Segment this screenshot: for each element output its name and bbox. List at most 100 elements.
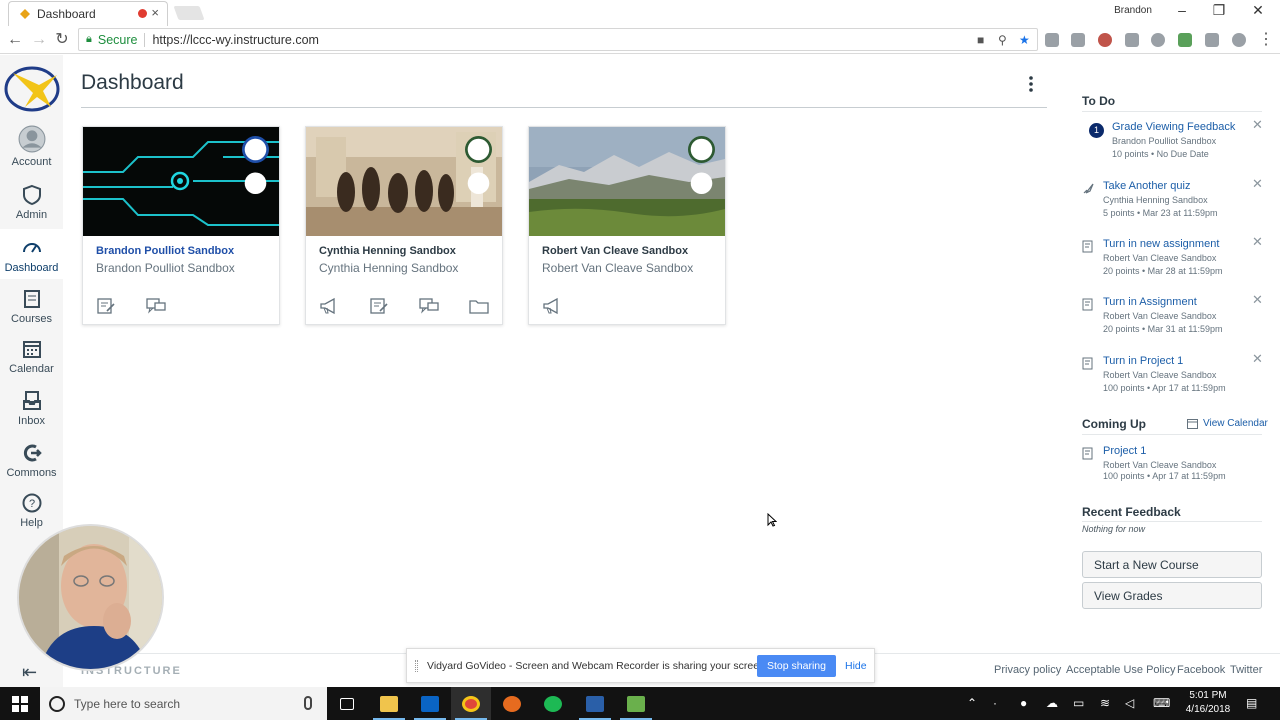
course-card-title[interactable]: Brandon Poulliot Sandbox (96, 245, 234, 257)
dismiss-icon[interactable]: ✕ (1252, 117, 1263, 133)
minimize-icon[interactable]: – (1172, 2, 1192, 18)
stop-sharing-button[interactable]: Stop sharing (757, 655, 836, 677)
nav-inbox[interactable]: Inbox (0, 390, 63, 427)
forward-icon[interactable]: → (29, 30, 49, 50)
chrome-menu-icon[interactable]: ⋮ (1256, 30, 1276, 50)
todo-title[interactable]: Turn in new assignment (1103, 238, 1219, 250)
nav-commons[interactable]: Commons (0, 442, 63, 479)
todo-item[interactable]: Turn in Assignment Robert Van Cleave San… (1082, 292, 1263, 340)
start-new-course-button[interactable]: Start a New Course (1082, 551, 1262, 578)
privacy-policy-link[interactable]: Privacy policy (994, 664, 1061, 676)
card-options-icon[interactable] (688, 136, 715, 195)
card-options-icon[interactable] (242, 136, 269, 195)
bookmark-star-icon[interactable]: ★ (1019, 33, 1030, 47)
profile-name[interactable]: Brandon (1110, 5, 1156, 16)
todo-item[interactable]: Take Another quiz Cynthia Henning Sandbo… (1082, 176, 1263, 224)
taskbar-search-box[interactable]: Type here to search (40, 687, 327, 720)
onedrive-icon[interactable]: ☁ (1046, 696, 1058, 710)
firefox-icon[interactable] (492, 687, 532, 720)
discussions-icon[interactable] (419, 297, 439, 315)
new-tab-button[interactable] (173, 6, 205, 20)
back-icon[interactable]: ← (5, 30, 25, 50)
extension-shield-icon[interactable] (1071, 33, 1085, 47)
todo-title[interactable]: Take Another quiz (1103, 180, 1190, 192)
todo-item[interactable]: Turn in Project 1 Robert Van Cleave Sand… (1082, 351, 1263, 399)
extension-sync-icon[interactable] (1151, 33, 1165, 47)
dismiss-icon[interactable]: ✕ (1252, 234, 1263, 250)
nav-courses[interactable]: Courses (0, 288, 63, 325)
card-options-icon[interactable] (465, 136, 492, 195)
file-explorer-icon[interactable] (369, 687, 409, 720)
nav-help[interactable]: ? Help (0, 492, 63, 529)
course-card-hero-image[interactable] (306, 127, 502, 236)
twitter-link[interactable]: Twitter (1230, 664, 1262, 676)
browser-tab[interactable]: Dashboard × (8, 1, 168, 26)
microphone-icon[interactable] (304, 696, 312, 710)
outlook-icon[interactable] (410, 687, 450, 720)
task-view-icon[interactable] (327, 687, 367, 720)
powershell-icon[interactable] (575, 687, 615, 720)
todo-title[interactable]: Turn in Project 1 (1103, 355, 1183, 367)
acceptable-use-link[interactable]: Acceptable Use Policy (1066, 664, 1175, 676)
todo-title[interactable]: Turn in Assignment (1103, 296, 1197, 308)
extension-rec-icon[interactable] (1178, 33, 1192, 47)
dashboard-options-icon[interactable] (1024, 74, 1038, 94)
files-icon[interactable] (469, 297, 489, 315)
drag-handle[interactable] (415, 660, 418, 672)
notifications-icon[interactable]: ▤ (1246, 696, 1257, 710)
zoom-icon[interactable]: ⚲ (998, 33, 1007, 47)
dismiss-icon[interactable]: ✕ (1252, 176, 1263, 192)
course-card-title[interactable]: Cynthia Henning Sandbox (319, 245, 456, 257)
course-card-hero-image[interactable] (83, 127, 279, 236)
announcements-icon[interactable] (319, 297, 339, 315)
dismiss-icon[interactable]: ✕ (1252, 292, 1263, 308)
view-calendar-link[interactable]: View Calendar (1187, 418, 1268, 429)
nav-admin[interactable]: Admin (0, 184, 63, 221)
tray-mic-icon[interactable]: · (993, 696, 997, 710)
extension-eyedropper-icon[interactable] (1125, 33, 1139, 47)
battery-icon[interactable]: ▭ (1073, 696, 1084, 710)
nav-dashboard[interactable]: Dashboard (0, 229, 63, 279)
nav-calendar[interactable]: Calendar (0, 338, 63, 375)
close-tab-icon[interactable]: × (151, 5, 159, 20)
show-hidden-icons-icon[interactable]: ⌃ (967, 696, 977, 710)
restore-icon[interactable]: ❐ (1209, 2, 1229, 19)
hide-share-bar-link[interactable]: Hide (845, 660, 867, 672)
wifi-icon[interactable]: ≋ (1100, 696, 1110, 710)
system-clock[interactable]: 5:01 PM 4/16/2018 (1182, 689, 1234, 717)
reload-icon[interactable]: ↻ (52, 30, 72, 50)
volume-icon[interactable]: ◁ (1125, 696, 1134, 710)
announcements-icon[interactable] (542, 297, 562, 315)
course-card-hero-image[interactable] (529, 127, 725, 236)
course-card[interactable]: Brandon Poulliot Sandbox Brandon Poullio… (82, 126, 280, 325)
windows-start-icon[interactable] (12, 696, 28, 712)
assignments-icon[interactable] (369, 297, 389, 315)
extension-adblock-icon[interactable] (1205, 33, 1219, 47)
dismiss-icon[interactable]: ✕ (1252, 351, 1263, 367)
close-window-icon[interactable]: ✕ (1248, 2, 1268, 19)
camera-icon[interactable]: ■ (977, 33, 984, 47)
facebook-link[interactable]: Facebook (1177, 664, 1225, 676)
college-logo-icon[interactable] (3, 63, 61, 113)
keyboard-icon[interactable]: ⌨ (1153, 696, 1170, 710)
extension-circle-icon[interactable] (1232, 33, 1246, 47)
todo-item[interactable]: Turn in new assignment Robert Van Cleave… (1082, 234, 1263, 282)
collapse-nav-icon[interactable]: ⇤ (22, 662, 37, 683)
tray-app-icon[interactable]: ● (1020, 696, 1027, 710)
coming-up-title[interactable]: Project 1 (1103, 445, 1146, 457)
spotify-icon[interactable] (533, 687, 573, 720)
course-card[interactable]: Robert Van Cleave Sandbox Robert Van Cle… (528, 126, 726, 325)
nav-account[interactable]: Account (0, 125, 63, 168)
address-bar[interactable]: 🔒︎ Secure https://lccc-wy.instructure.co… (78, 28, 1038, 51)
course-card[interactable]: Cynthia Henning Sandbox Cynthia Henning … (305, 126, 503, 325)
todo-item[interactable]: 1 Grade Viewing Feedback Brandon Poullio… (1082, 117, 1263, 165)
todo-title[interactable]: Grade Viewing Feedback (1112, 121, 1235, 133)
assignments-icon[interactable] (96, 297, 116, 315)
discussions-icon[interactable] (146, 297, 166, 315)
extension-icon[interactable] (1045, 33, 1059, 47)
greenshot-icon[interactable] (616, 687, 656, 720)
chrome-icon[interactable] (451, 687, 491, 720)
view-grades-button[interactable]: View Grades (1082, 582, 1262, 609)
coming-up-item[interactable]: Project 1 Robert Van Cleave Sandbox 100 … (1082, 445, 1262, 485)
course-card-title[interactable]: Robert Van Cleave Sandbox (542, 245, 688, 257)
